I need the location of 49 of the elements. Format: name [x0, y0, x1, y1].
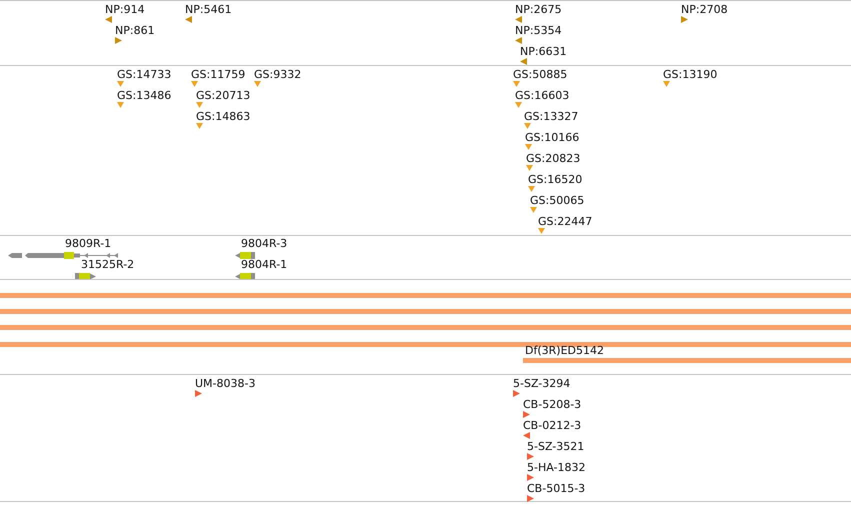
feature-label: 5-HA-1832 [527, 461, 586, 474]
feature-label: 5-SZ-3521 [527, 440, 584, 453]
feature-label: GS:10166 [525, 131, 580, 144]
gene-label: 9804R-3 [241, 237, 288, 250]
feature-label: GS:13486 [117, 89, 172, 102]
feature-label: GS:14863 [196, 110, 250, 123]
triangle-icon [538, 228, 545, 235]
triangle-icon [530, 207, 537, 214]
triangle-icon [254, 81, 261, 88]
feature-label: CB-5015-3 [527, 482, 586, 495]
feature-label: GS:20713 [196, 89, 250, 102]
feature-label: NP:2708 [681, 3, 728, 16]
triangle-icon [524, 123, 531, 130]
triangle-icon [526, 165, 533, 172]
triangle-icon [196, 123, 203, 130]
feature-label: GS:50885 [513, 68, 568, 81]
feature-label: UM-8038-3 [195, 377, 256, 390]
feature-label: NP:2675 [515, 3, 562, 16]
triangle-icon [117, 81, 124, 88]
feature-label: GS:13190 [663, 68, 718, 81]
feature-label: GS:13327 [524, 110, 578, 123]
feature-label: GS:22447 [538, 215, 592, 228]
feature-label: CB-0212-3 [523, 419, 582, 432]
gene-label: 31525R-2 [81, 258, 134, 271]
feature-label: CB-5208-3 [523, 398, 582, 411]
triangle-icon [515, 102, 522, 109]
feature-label: GS:14733 [117, 68, 172, 81]
triangle-icon [528, 186, 535, 193]
triangle-icon [191, 81, 198, 88]
feature-label: NP:914 [105, 3, 145, 16]
gene-label: 9804R-1 [241, 258, 288, 271]
feature-label: 5-SZ-3294 [513, 377, 570, 390]
triangle-icon [525, 144, 532, 151]
feature-label: GS:50065 [530, 194, 584, 207]
triangle-icon [117, 102, 124, 109]
feature-label: NP:861 [115, 24, 155, 37]
triangle-icon [196, 102, 203, 109]
gene-label: 9809R-1 [65, 237, 112, 250]
feature-label: GS:16520 [528, 173, 582, 186]
feature-label: GS:9332 [254, 68, 302, 81]
feature-label: GS:16603 [515, 89, 570, 102]
range-label: Df(3R)ED5142 [525, 344, 604, 357]
feature-label: NP:5354 [515, 24, 562, 37]
feature-label: GS:20823 [526, 152, 580, 165]
feature-label: NP:6631 [520, 45, 567, 58]
triangle-icon [513, 81, 520, 88]
triangle-icon [663, 81, 670, 88]
feature-label: NP:5461 [185, 3, 232, 16]
feature-label: GS:11759 [191, 68, 246, 81]
